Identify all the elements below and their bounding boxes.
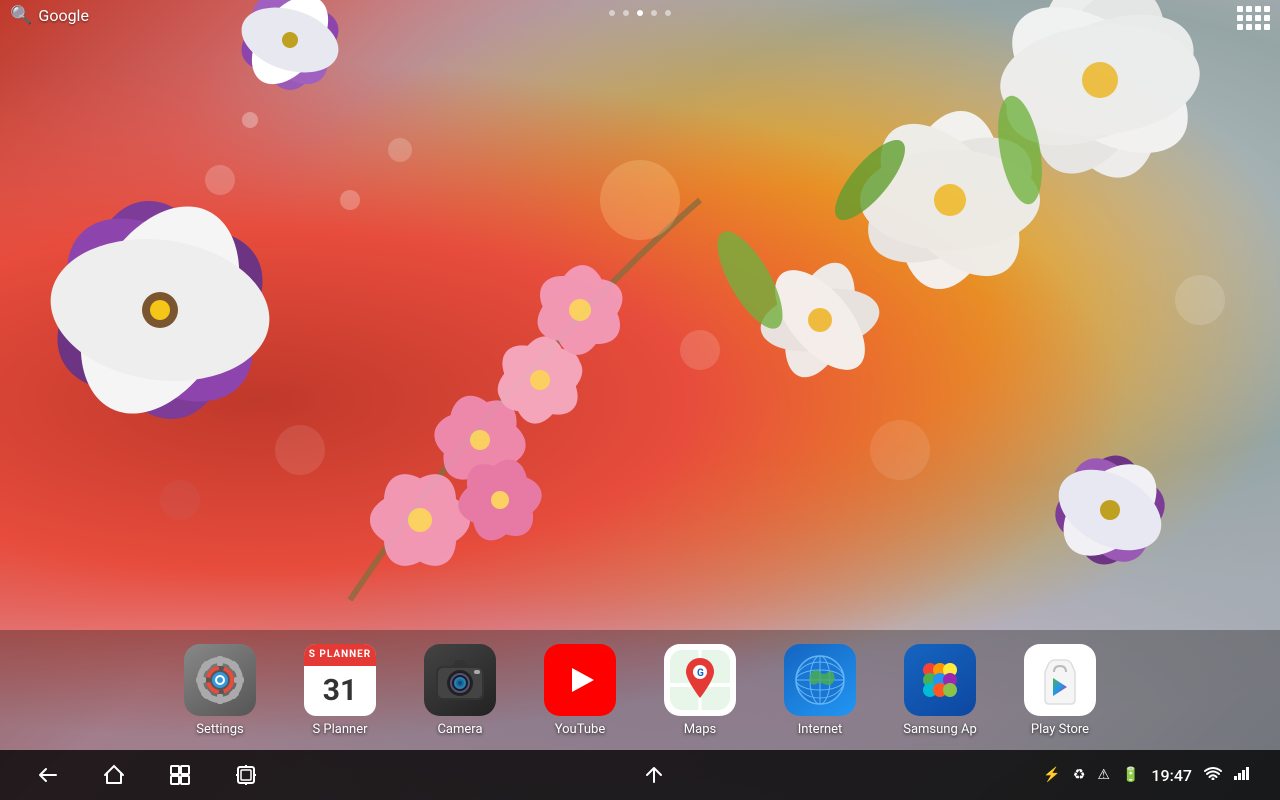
app-maps[interactable]: G Maps [650, 644, 750, 737]
youtube-label: YouTube [555, 722, 606, 737]
status-bar: 🔍 Google [0, 0, 1280, 30]
app-samsung[interactable]: Samsung Ap [890, 644, 990, 737]
google-label: Google [38, 6, 89, 25]
samsung-icon [904, 644, 976, 716]
search-icon: 🔍 [10, 5, 32, 26]
google-search-bar[interactable]: 🔍 Google [10, 5, 89, 26]
samsung-label: Samsung Ap [903, 722, 977, 737]
nav-right-status: ⚡ ♻ ⚠ 🔋 19:47 [1043, 766, 1250, 785]
settings-icon [184, 644, 256, 716]
signal-icon [1234, 766, 1250, 784]
camera-icon [424, 644, 496, 716]
up-arrow-button[interactable] [636, 757, 672, 793]
dock: Settings S PLANNER 31 S Planner [0, 630, 1280, 750]
app-splanner[interactable]: S PLANNER 31 S Planner [290, 644, 390, 737]
maps-label: Maps [684, 722, 716, 737]
nav-left-buttons [30, 757, 264, 793]
nav-bar: ⚡ ♻ ⚠ 🔋 19:47 [0, 750, 1280, 800]
splanner-icon: S PLANNER 31 [304, 644, 376, 716]
app-youtube[interactable]: YouTube [530, 644, 630, 737]
sync-icon: ♻ [1073, 767, 1086, 783]
wifi-icon [1204, 766, 1222, 784]
internet-label: Internet [798, 722, 843, 737]
app-internet[interactable]: Internet [770, 644, 870, 737]
warning-icon: ⚠ [1097, 767, 1110, 783]
recent-apps-button[interactable] [162, 757, 198, 793]
battery-icon: 🔋 [1122, 767, 1139, 783]
nav-center [636, 757, 672, 793]
internet-icon [784, 644, 856, 716]
youtube-icon [544, 644, 616, 716]
splanner-label: S Planner [312, 722, 367, 737]
app-playstore[interactable]: Play Store [1010, 644, 1110, 737]
back-button[interactable] [30, 757, 66, 793]
usb-icon: ⚡ [1043, 767, 1060, 783]
settings-label: Settings [196, 722, 243, 737]
home-button[interactable] [96, 757, 132, 793]
maps-icon: G [664, 644, 736, 716]
app-settings[interactable]: Settings [170, 644, 270, 737]
screenshot-button[interactable] [228, 757, 264, 793]
app-camera[interactable]: Camera [410, 644, 510, 737]
camera-label: Camera [437, 722, 482, 737]
svg-text:G: G [697, 668, 704, 679]
playstore-icon [1024, 644, 1096, 716]
time-display: 19:47 [1151, 766, 1192, 785]
playstore-label: Play Store [1031, 722, 1089, 737]
